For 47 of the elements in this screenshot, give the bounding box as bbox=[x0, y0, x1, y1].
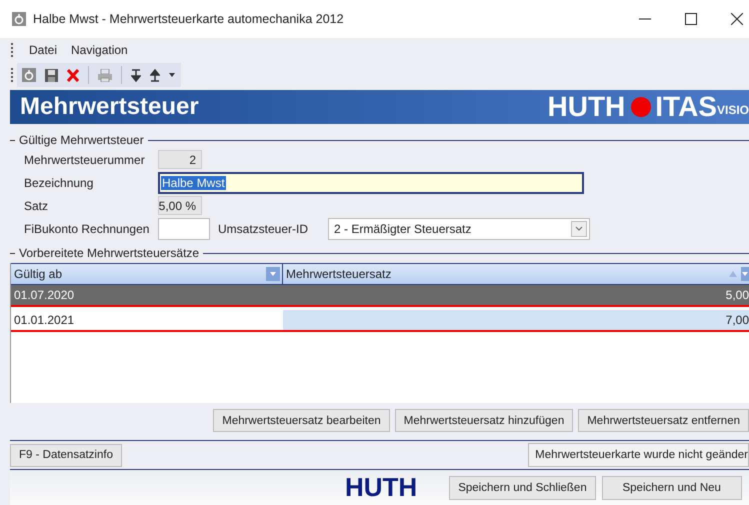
rate-field: 5,00 % bbox=[158, 196, 202, 215]
field-label: Mehrwertsteuerummer bbox=[24, 152, 146, 166]
group-title: Gültige Mehrwertsteuer bbox=[19, 133, 144, 147]
column-header[interactable]: Gültig ab bbox=[11, 264, 283, 284]
table-row[interactable]: 01.01.2021 7,00 bbox=[11, 310, 749, 332]
filter-icon[interactable] bbox=[741, 267, 749, 281]
close-icon[interactable] bbox=[731, 13, 743, 25]
account-field[interactable] bbox=[158, 218, 210, 240]
save-button[interactable]: Speichern und Neu bbox=[602, 476, 742, 500]
dot-icon bbox=[631, 97, 652, 117]
window-title: Halbe Mwst - Mehrwertsteuerkarte automechanika 2012 bbox=[33, 12, 344, 26]
move-down-icon[interactable] bbox=[131, 68, 141, 82]
field-label: Satz bbox=[24, 198, 50, 212]
table-row[interactable]: 01.07.2020 5,00 bbox=[11, 285, 749, 307]
table-cell: 01.07.2020 bbox=[11, 285, 283, 305]
maximize-icon[interactable] bbox=[685, 13, 697, 25]
action-button[interactable]: Mehrwertsteuersatz bearbeiten bbox=[213, 409, 390, 432]
footer-logo: HUTH bbox=[345, 472, 418, 503]
page-title: Mehrwertsteuer bbox=[20, 93, 199, 121]
logo-subtitle: VISIO bbox=[716, 103, 749, 117]
logo-text: ITAS bbox=[655, 91, 717, 123]
app-icon[interactable] bbox=[22, 68, 36, 82]
app-icon bbox=[12, 12, 26, 26]
action-button[interactable]: Mehrwertsteuersatz hinzufügen bbox=[394, 409, 574, 432]
save-icon[interactable] bbox=[45, 68, 58, 82]
record-info-button[interactable]: F9 - Datensatzinfo bbox=[10, 444, 122, 466]
field-label: FiBukonto Rechnungen bbox=[24, 222, 150, 236]
action-button[interactable]: Mehrwertsteuersatz entfernen bbox=[578, 409, 749, 432]
status-message: Mehrwertsteuerkarte wurde nicht geänder bbox=[528, 443, 749, 467]
table-cell: 7,00 bbox=[283, 310, 749, 330]
menu-item[interactable]: Datei bbox=[29, 43, 58, 57]
table-cell: 5,00 bbox=[283, 285, 749, 305]
delete-icon[interactable] bbox=[67, 68, 79, 82]
menu-item[interactable]: Navigation bbox=[71, 43, 128, 57]
field-label: Bezeichnung bbox=[24, 176, 94, 190]
name-field[interactable]: Halbe Mwst bbox=[158, 172, 584, 194]
group-title: Vorbereitete Mehrwertsteuersätze bbox=[19, 246, 200, 260]
chevron-down-icon bbox=[571, 220, 587, 236]
filter-icon[interactable] bbox=[266, 267, 280, 281]
number-field: 2 bbox=[158, 150, 202, 169]
field-label: Umsatzsteuer-ID bbox=[218, 222, 310, 236]
column-header[interactable]: Mehrwertsteuersatz bbox=[283, 264, 749, 284]
logo-text: HUTH bbox=[548, 91, 626, 123]
dropdown-icon[interactable] bbox=[169, 73, 175, 77]
save-button[interactable]: Speichern und Schließen bbox=[449, 476, 596, 500]
tax-id-dropdown[interactable]: 2 - Ermäßigter Steuersatz bbox=[328, 218, 590, 240]
move-up-icon[interactable] bbox=[150, 68, 160, 82]
